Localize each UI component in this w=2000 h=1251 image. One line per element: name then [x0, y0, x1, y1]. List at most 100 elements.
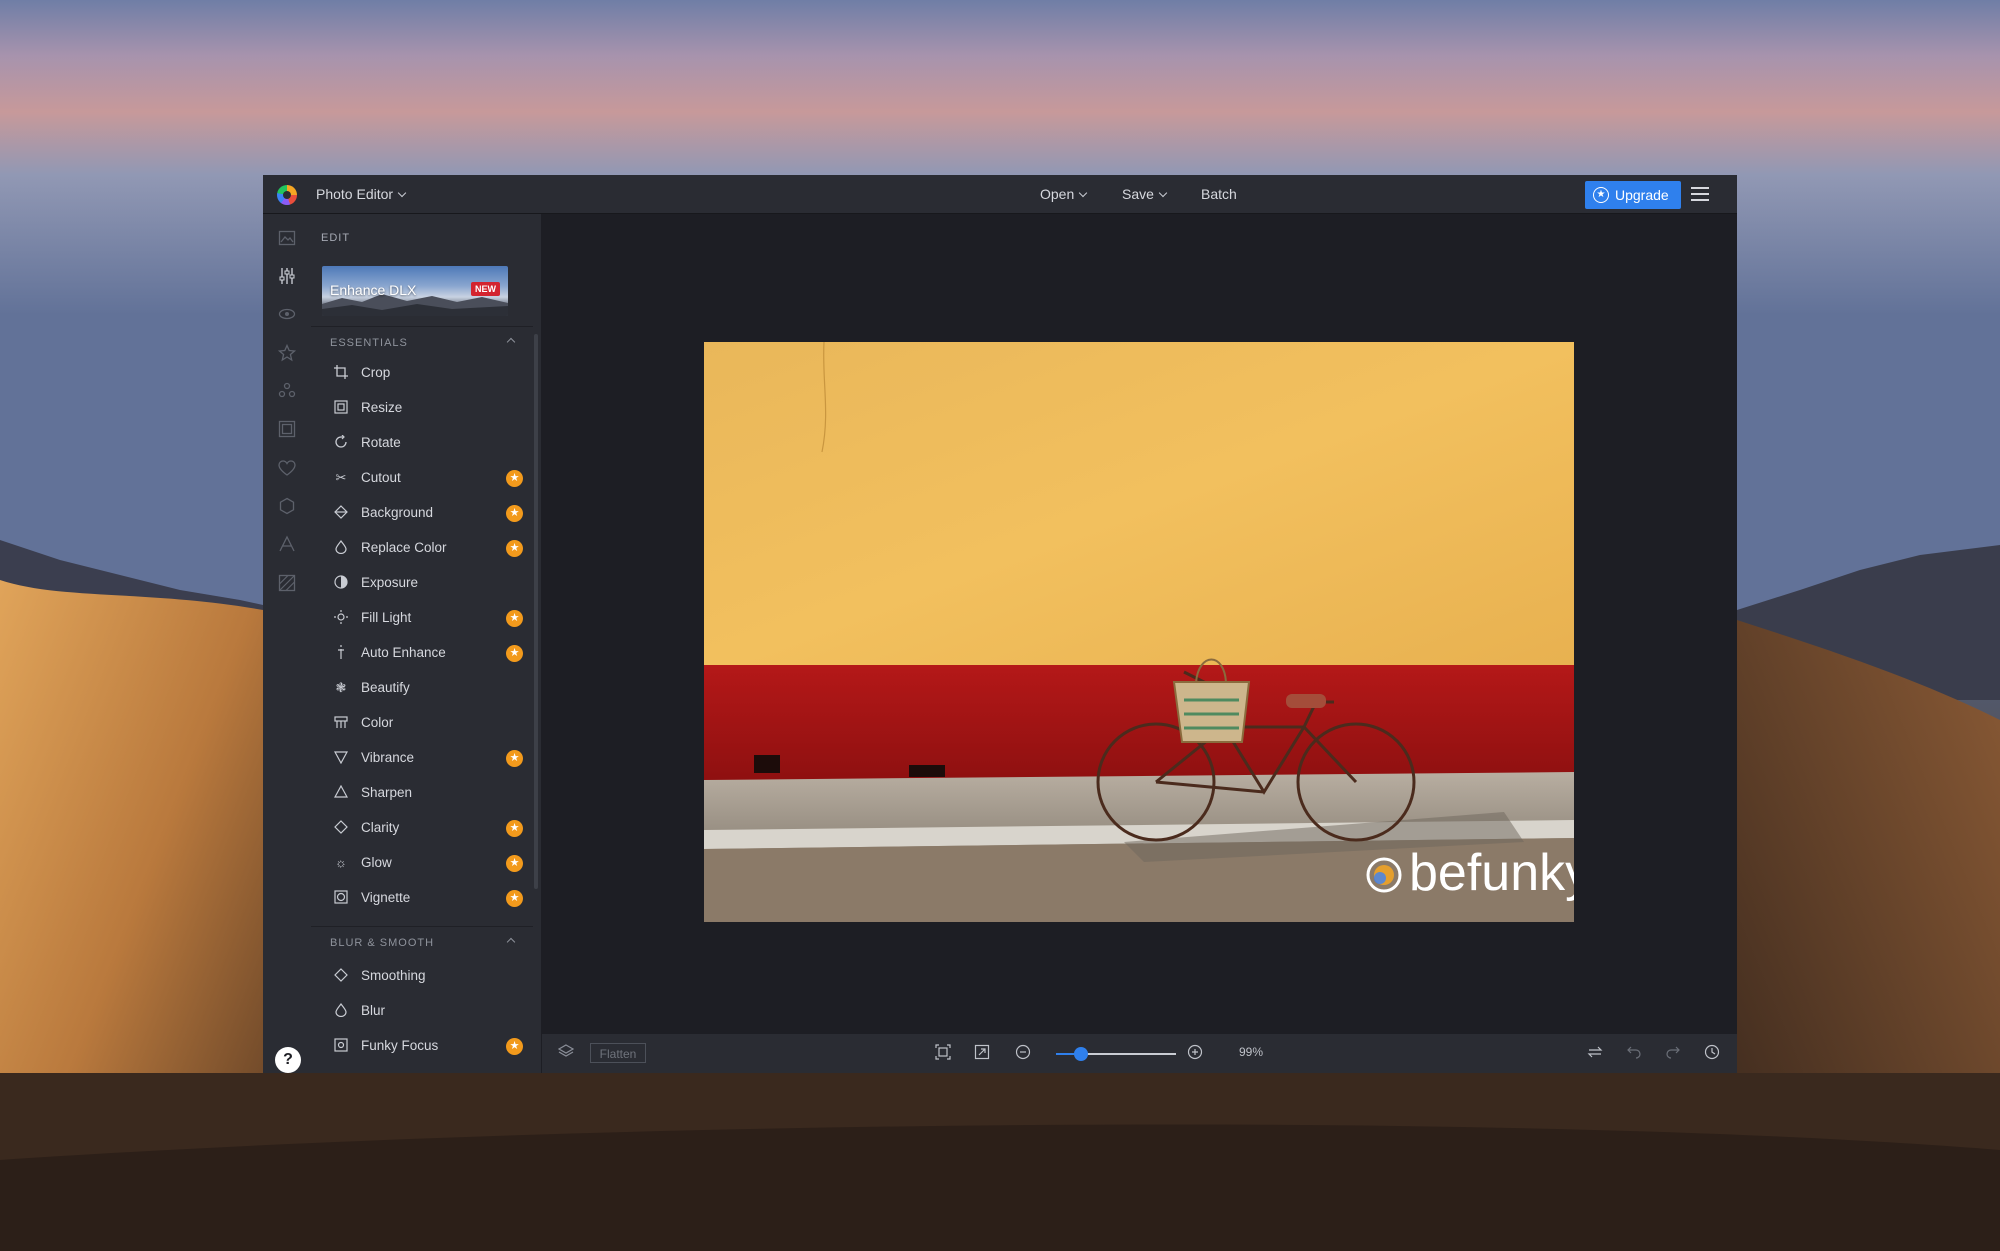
premium-star-icon: ★ [506, 855, 523, 872]
rotate-icon [333, 434, 349, 451]
vibrance-icon [333, 750, 349, 766]
section-essentials-header[interactable]: ESSENTIALS [311, 326, 533, 357]
enhance-dlx-card[interactable]: Enhance DLX NEW [322, 266, 508, 316]
befunky-logo-icon[interactable] [277, 185, 297, 205]
zoom-in-icon[interactable] [1186, 1044, 1204, 1062]
edit-panel: EDIT Enhance DLX NEW ESSENTIALS Crop Res… [311, 214, 541, 1073]
star-icon[interactable] [277, 343, 297, 364]
tool-label: Blur [361, 1003, 386, 1018]
zoom-percentage: 99% [1239, 1045, 1264, 1059]
tool-resize[interactable]: Resize [311, 391, 533, 426]
tool-label: Exposure [361, 575, 419, 590]
tool-cutout[interactable]: ✂ Cutout ★ [311, 461, 533, 496]
compare-icon[interactable] [1586, 1044, 1604, 1062]
app-mode-dropdown[interactable]: Photo Editor [316, 175, 407, 213]
tool-label: Crop [361, 365, 391, 380]
actual-size-icon[interactable] [973, 1044, 991, 1062]
tool-crop[interactable]: Crop [311, 356, 533, 391]
editing-canvas[interactable]: befunky [542, 214, 1737, 1034]
tool-exposure[interactable]: Exposure [311, 566, 533, 601]
photo-bicycle-image[interactable]: befunky [704, 342, 1574, 922]
bottom-toolbar: Flatten 99% [542, 1034, 1737, 1073]
premium-star-icon: ★ [506, 540, 523, 557]
zoom-out-icon[interactable] [1014, 1044, 1032, 1062]
tool-vignette[interactable]: Vignette ★ [311, 881, 533, 916]
flatten-button[interactable]: Flatten [590, 1043, 646, 1063]
color-icon [333, 715, 349, 731]
top-toolbar: Photo Editor Open Save Batch ★ Upgrade [263, 175, 1737, 214]
focus-icon [333, 1038, 349, 1054]
tool-color[interactable]: Color [311, 706, 533, 741]
tool-vibrance[interactable]: Vibrance ★ [311, 741, 533, 776]
batch-button[interactable]: Batch [1201, 175, 1237, 213]
undo-icon[interactable] [1625, 1044, 1643, 1062]
layers-icon[interactable] [556, 1043, 576, 1063]
photo-editor-window: Photo Editor Open Save Batch ★ Upgrade ?… [263, 175, 1737, 1073]
tool-label: Smoothing [361, 968, 426, 983]
image-icon[interactable] [277, 229, 297, 249]
redo-icon[interactable] [1664, 1044, 1682, 1062]
tool-label: Auto Enhance [361, 645, 446, 660]
star-icon: ★ [1593, 187, 1609, 203]
tool-label: Glow [361, 855, 392, 870]
tool-label: Sharpen [361, 785, 413, 800]
panel-scrollbar[interactable] [534, 334, 538, 889]
chevron-up-icon [506, 337, 516, 347]
eye-icon[interactable] [277, 305, 297, 325]
heart-icon[interactable] [277, 459, 297, 479]
sliders-icon[interactable] [277, 267, 297, 287]
open-menu-button[interactable]: Open [1040, 175, 1088, 213]
tool-glow[interactable]: ☼ Glow ★ [311, 846, 533, 881]
upgrade-button[interactable]: ★ Upgrade [1585, 181, 1681, 209]
tool-label: Vignette [361, 890, 411, 905]
resize-icon [333, 400, 349, 416]
tool-label: Background [361, 505, 434, 520]
tool-fill-light[interactable]: Fill Light ★ [311, 601, 533, 636]
help-button[interactable]: ? [275, 1047, 301, 1073]
overlay-icon[interactable] [277, 574, 297, 594]
tool-smoothing[interactable]: Smoothing [311, 959, 533, 994]
sharpen-icon [333, 784, 349, 801]
section-title: BLUR & SMOOTH [330, 937, 435, 949]
text-icon[interactable] [277, 535, 297, 555]
fit-to-screen-icon[interactable] [934, 1044, 952, 1062]
upgrade-label: Upgrade [1615, 187, 1669, 203]
save-menu-button[interactable]: Save [1122, 175, 1168, 213]
hamburger-menu-icon[interactable] [1691, 187, 1709, 201]
texture-icon[interactable] [277, 497, 297, 517]
tool-blur[interactable]: Blur [311, 994, 533, 1029]
open-label: Open [1040, 186, 1075, 202]
crop-icon [333, 365, 349, 381]
tool-label: Replace Color [361, 540, 447, 555]
fill-light-icon [333, 610, 349, 626]
clarity-icon [333, 820, 349, 836]
tool-auto-enhance[interactable]: Auto Enhance ★ [311, 636, 533, 671]
section-blur-smooth-header[interactable]: BLUR & SMOOTH [311, 926, 533, 957]
app-title: Photo Editor [316, 186, 394, 202]
beautify-icon: ❃ [335, 680, 347, 695]
wand-icon [333, 645, 349, 661]
chevron-down-icon [1079, 188, 1088, 198]
chevron-up-icon [506, 937, 516, 947]
tool-clarity[interactable]: Clarity ★ [311, 811, 533, 846]
tool-beautify[interactable]: ❃ Beautify [311, 671, 533, 706]
tool-sharpen[interactable]: Sharpen [311, 776, 533, 811]
tool-label: Color [361, 715, 394, 730]
frame-icon[interactable] [277, 420, 297, 440]
tool-background[interactable]: Background ★ [311, 496, 533, 531]
droplet-icon [333, 540, 349, 556]
premium-star-icon: ★ [506, 610, 523, 627]
tool-label: Resize [361, 400, 403, 415]
tool-label: Rotate [361, 435, 401, 450]
zoom-slider-handle[interactable] [1074, 1047, 1088, 1061]
background-icon [333, 505, 349, 521]
tool-rotate[interactable]: Rotate [311, 426, 533, 461]
graphics-icon[interactable] [277, 382, 297, 402]
history-icon[interactable] [1703, 1044, 1721, 1062]
left-tool-rail: ? [263, 214, 311, 1073]
tool-replace-color[interactable]: Replace Color ★ [311, 531, 533, 566]
premium-star-icon: ★ [506, 820, 523, 837]
premium-star-icon: ★ [506, 470, 523, 487]
batch-label: Batch [1201, 186, 1237, 202]
tool-funky-focus[interactable]: Funky Focus ★ [311, 1029, 533, 1064]
